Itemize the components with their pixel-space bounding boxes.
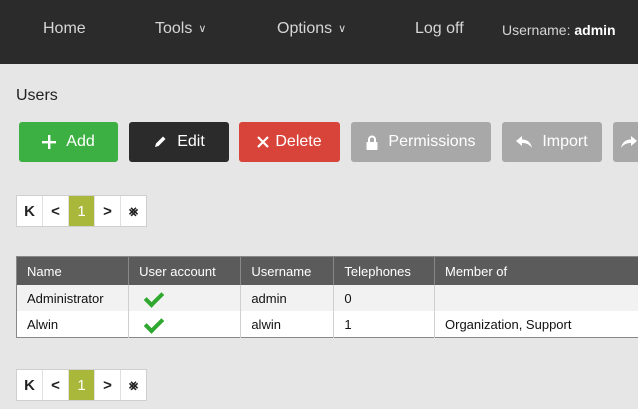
import-button[interactable]: Import [502,122,602,162]
nav-options[interactable]: Options ∨ [277,20,346,38]
last-page-button[interactable]: ⨳ [121,370,146,400]
last-page-button[interactable]: ⨳ [121,196,146,226]
cell-user-account [128,311,242,338]
edit-button-label: Edit [177,133,205,150]
prev-page-button[interactable]: < [43,196,69,226]
cell-user-account [128,285,242,311]
users-table: Name User account Username Telephones Me… [16,256,638,338]
delete-button[interactable]: Delete [239,122,340,162]
edit-button[interactable]: Edit [129,122,229,162]
close-icon [257,136,270,148]
chevron-down-icon: ∨ [198,23,207,35]
next-page-button[interactable]: > [95,196,121,226]
cell-member-of [434,285,638,311]
cell-username: alwin [240,311,335,338]
lock-icon [366,135,378,150]
first-page-button[interactable]: K [17,196,43,226]
export-button[interactable] [613,122,638,162]
cell-telephones: 1 [333,311,435,338]
table-row[interactable]: Alwin alwin 1 Organization, Support [16,311,638,338]
username-display: Username: admin [502,22,616,38]
nav-options-label: Options [277,20,333,37]
column-header-telephones[interactable]: Telephones [333,256,435,285]
nav-home[interactable]: Home [43,20,86,38]
add-button-label: Add [66,133,95,150]
import-button-label: Import [542,133,588,150]
page-1-button[interactable]: 1 [69,196,95,226]
delete-button-label: Delete [275,133,322,150]
check-icon [143,286,165,308]
column-header-member-of[interactable]: Member of [434,256,638,285]
check-icon [143,312,165,334]
permissions-button-label: Permissions [388,133,476,150]
nav-tools-label: Tools [155,20,193,37]
page-title: Users [16,87,58,104]
column-header-username[interactable]: Username [240,256,335,285]
permissions-button[interactable]: Permissions [351,122,491,162]
cell-username: admin [240,285,335,311]
chevron-down-icon: ∨ [338,23,347,35]
cell-name: Administrator [16,285,130,311]
add-button[interactable]: Add [19,122,118,162]
table-header-row: Name User account Username Telephones Me… [16,256,638,285]
cell-member-of: Organization, Support [434,311,638,338]
top-navigation-bar: Home Tools ∨ Options ∨ Log off Username: a… [0,0,638,64]
share-icon [621,136,637,148]
table-row[interactable]: Administrator admin 0 [16,285,638,311]
column-header-name[interactable]: Name [16,256,130,285]
nav-tools[interactable]: Tools ∨ [155,20,206,38]
username-label: Username: [502,22,571,38]
column-header-user-account[interactable]: User account [128,256,242,285]
nav-logoff[interactable]: Log off [415,20,464,38]
pagination-bottom: K < 1 > ⨳ [16,369,147,401]
cell-name: Alwin [16,311,130,338]
pencil-icon [153,135,167,149]
page-1-button[interactable]: 1 [69,370,95,400]
reply-icon [516,136,533,148]
prev-page-button[interactable]: < [43,370,69,400]
cell-telephones: 0 [333,285,435,311]
pagination-top: K < 1 > ⨳ [16,195,147,227]
first-page-button[interactable]: K [17,370,43,400]
next-page-button[interactable]: > [95,370,121,400]
plus-icon [42,135,57,149]
username-value: admin [574,22,616,38]
